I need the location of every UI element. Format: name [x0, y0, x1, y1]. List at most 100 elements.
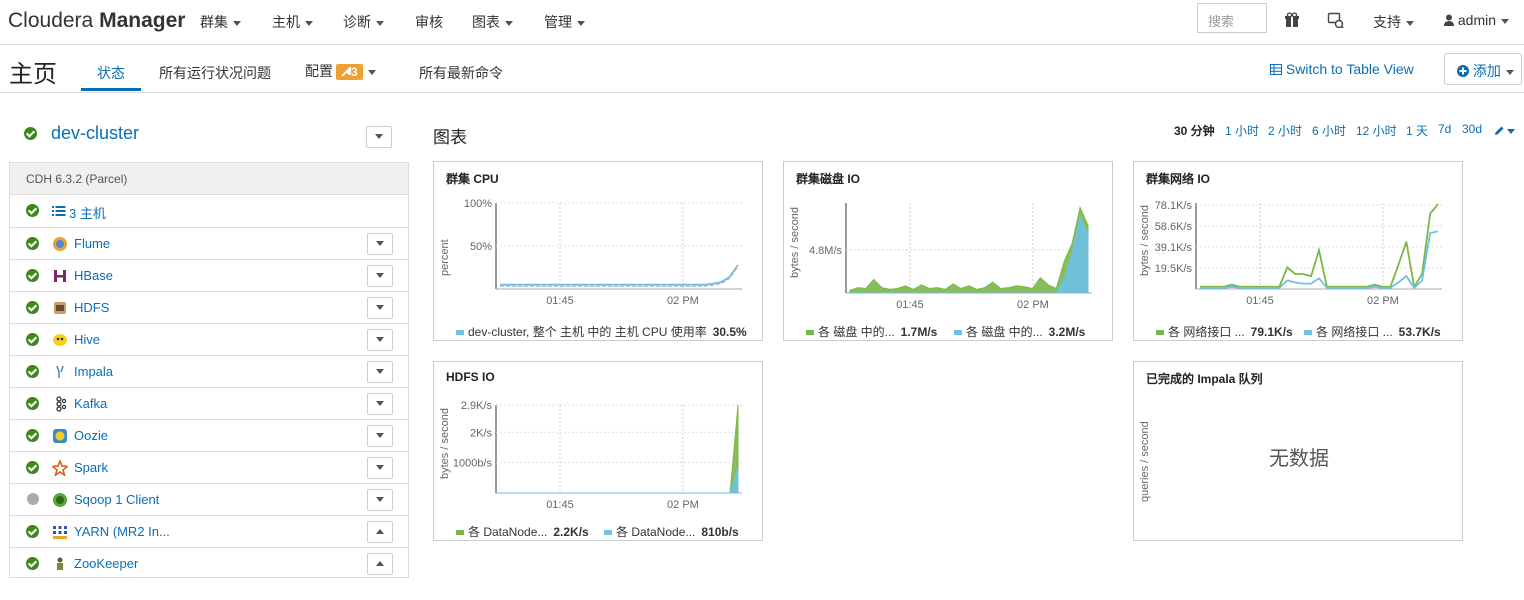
parcel-gift-icon[interactable] [1284, 12, 1300, 28]
service-link[interactable]: ZooKeeper [74, 556, 138, 571]
service-link[interactable]: Flume [74, 236, 110, 251]
sqoop-icon [53, 493, 67, 507]
tab-recent-commands[interactable]: 所有最新命令 [419, 63, 503, 83]
service-actions-dropdown[interactable] [367, 489, 393, 511]
cluster-actions-dropdown[interactable] [366, 126, 392, 148]
service-row-yarn[interactable]: YARN (MR2 In... [10, 515, 408, 547]
tab-status[interactable]: 状态 [97, 63, 125, 83]
time-range-1h[interactable]: 1 小时 [1225, 122, 1259, 139]
brand-logo[interactable]: Cloudera Manager [8, 9, 185, 33]
service-actions-dropdown[interactable] [367, 425, 393, 447]
legend-item[interactable]: dev-cluster, 整个 主机 中的 主机 CPU 使用率 30.5% [456, 323, 747, 340]
service-row-spark[interactable]: Spark [10, 451, 408, 483]
service-link[interactable]: Oozie [74, 428, 108, 443]
legend-item[interactable]: 各 网络接口 ... 53.7K/s [1304, 323, 1441, 340]
nav-menu-label: 主机 [272, 14, 300, 30]
service-link[interactable]: HDFS [74, 300, 109, 315]
time-range-30m[interactable]: 30 分钟 [1174, 122, 1215, 139]
running-commands-icon[interactable] [1327, 12, 1344, 28]
time-range-12h[interactable]: 12 小时 [1356, 122, 1397, 139]
service-actions-dropdown[interactable] [367, 265, 393, 287]
chart-card-cluster-network-io[interactable]: bytes / second 78.1K/s 58.6K/s 39.1K/s 19.5K… [1133, 161, 1463, 341]
top-navbar: Cloudera Manager 群集 主机 诊断 审核 图表 管理 搜索 支持… [0, 0, 1524, 45]
legend-item[interactable]: 各 DataNode... 2.2K/s [456, 523, 589, 540]
cluster-status-ok-icon [24, 127, 37, 140]
service-link[interactable]: HBase [74, 268, 113, 283]
time-range-1d[interactable]: 1 天 [1406, 122, 1428, 139]
nav-menu-audits[interactable]: 审核 [415, 12, 443, 32]
service-actions-dropdown[interactable] [367, 329, 393, 351]
nav-menu-support[interactable]: 支持 [1373, 12, 1414, 32]
tab-health-issues[interactable]: 所有运行状况问题 [159, 63, 271, 83]
service-row-zookeeper[interactable]: ZooKeeper [10, 547, 408, 579]
service-row-hive[interactable]: Hive [10, 323, 408, 355]
add-button[interactable]: 添加 [1444, 53, 1522, 85]
chart-card-cluster-cpu[interactable]: percent 100% 50% 01:45 02 PM 群集 CPU dev-clus… [433, 161, 763, 341]
nav-menu-hosts[interactable]: 主机 [272, 12, 313, 32]
nav-menu-administration[interactable]: 管理 [544, 12, 585, 32]
status-ok-icon [26, 204, 39, 217]
switch-to-table-view-link[interactable]: Switch to Table View [1270, 61, 1414, 77]
service-row-kafka[interactable]: Kafka [10, 387, 408, 419]
legend-item[interactable]: 各 磁盘 中的... 1.7M/s [806, 323, 937, 340]
chart-title: HDFS IO [446, 370, 495, 384]
service-row-oozie[interactable]: Oozie [10, 419, 408, 451]
service-row-hbase[interactable]: HBase [10, 259, 408, 291]
nav-menu-diagnostics[interactable]: 诊断 [343, 12, 384, 32]
nav-menu-clusters[interactable]: 群集 [200, 12, 241, 32]
status-ok-icon [26, 429, 39, 442]
service-link[interactable]: Impala [74, 364, 113, 379]
service-row-impala[interactable]: Impala [10, 355, 408, 387]
legend-item[interactable]: 各 磁盘 中的... 3.2M/s [954, 323, 1085, 340]
service-link[interactable]: Hive [74, 332, 100, 347]
time-range-2h[interactable]: 2 小时 [1268, 122, 1302, 139]
service-actions-dropdown[interactable] [367, 393, 393, 415]
service-actions-dropdown[interactable] [367, 361, 393, 383]
nav-menu-label: 诊断 [343, 14, 371, 30]
service-row-flume[interactable]: Flume [10, 227, 408, 259]
time-range-30d[interactable]: 30d [1462, 122, 1482, 136]
service-actions-dropdown[interactable] [367, 521, 393, 543]
chart-title: 群集 CPU [446, 172, 499, 186]
legend-series-name: 各 DataNode... [468, 525, 548, 539]
user-menu[interactable]: admin [1444, 12, 1510, 28]
hosts-link[interactable]: 3 主机 [69, 203, 106, 222]
service-link[interactable]: Spark [74, 460, 108, 475]
edit-charts-button[interactable] [1494, 123, 1515, 138]
chart-card-cluster-disk-io[interactable]: bytes / second 4.8M/s 01:45 02 PM 群集磁盘 IO 各… [783, 161, 1113, 341]
legend-series-name: 各 DataNode... [616, 525, 696, 539]
nav-menu-charts[interactable]: 图表 [472, 12, 513, 32]
legend-swatch [1304, 330, 1312, 336]
legend-swatch [456, 530, 464, 536]
service-link[interactable]: Sqoop 1 Client [74, 492, 159, 507]
hosts-row[interactable]: 3 主机 [10, 195, 408, 227]
tab-configuration[interactable]: 配置 3 [305, 61, 376, 81]
service-actions-dropdown[interactable] [367, 233, 393, 255]
service-row-hdfs[interactable]: HDFS [10, 291, 408, 323]
chart-card-hdfs-io[interactable]: bytes / second 2.9K/s 2K/s 1000b/s 01:45 02 P… [433, 361, 763, 541]
yarn-icon [53, 526, 67, 539]
service-actions-dropdown[interactable] [367, 297, 393, 319]
pencil-icon [1495, 126, 1504, 135]
brand-bold: Manager [99, 9, 186, 32]
legend-item[interactable]: 各 网络接口 ... 79.1K/s [1156, 323, 1293, 340]
service-actions-dropdown[interactable] [367, 553, 393, 575]
service-link[interactable]: Kafka [74, 396, 107, 411]
hbase-icon [54, 270, 66, 282]
support-label: 支持 [1373, 14, 1401, 30]
legend-swatch [604, 530, 612, 536]
chart-card-impala-queries[interactable]: queries / second 已完成的 Impala 队列 无数据 [1133, 361, 1463, 541]
search-input[interactable]: 搜索 [1197, 3, 1267, 33]
series-area-0 [849, 205, 1089, 294]
chevron-down-icon [367, 69, 376, 75]
time-range-6h[interactable]: 6 小时 [1312, 122, 1346, 139]
legend-item[interactable]: 各 DataNode... 810b/s [604, 523, 739, 540]
cluster-name-link[interactable]: dev-cluster [51, 123, 139, 144]
service-row-sqoop[interactable]: Sqoop 1 Client [10, 483, 408, 515]
time-range-7d[interactable]: 7d [1438, 122, 1451, 136]
chevron-up-icon [376, 529, 384, 535]
legend-series-name: 各 网络接口 ... [1316, 325, 1393, 339]
user-icon [1444, 14, 1454, 26]
service-link[interactable]: YARN (MR2 In... [74, 524, 170, 539]
service-actions-dropdown[interactable] [367, 457, 393, 479]
